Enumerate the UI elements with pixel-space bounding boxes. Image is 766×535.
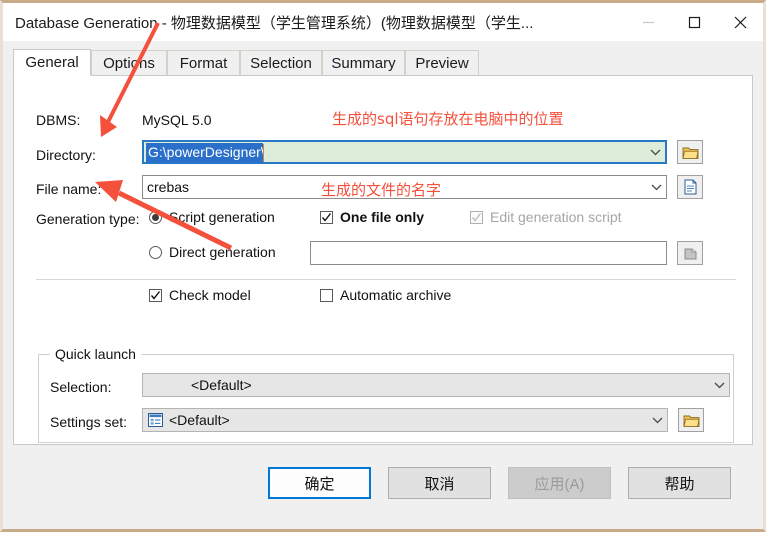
window-controls [625, 3, 763, 41]
tab-page-general: DBMS: MySQL 5.0 Directory: G:\powerDesig… [13, 75, 753, 445]
annotation-filename-note: 生成的文件的名字 [321, 181, 442, 199]
file-name-browse-document-icon[interactable] [677, 175, 703, 199]
annotation-directory-note: 生成的sql语句存放在电脑中的位置 [332, 110, 564, 128]
tab-general[interactable]: General [13, 49, 91, 76]
settings-set-label: Settings set: [50, 414, 128, 430]
maximize-icon[interactable] [671, 3, 717, 41]
tab-summary[interactable]: Summary [322, 50, 405, 76]
file-name-dropdown-chevron-down-icon[interactable] [646, 176, 666, 198]
directory-input-value: G:\powerDesigner\ [146, 143, 265, 163]
directory-input[interactable]: G:\powerDesigner\ [142, 140, 667, 164]
tab-preview-label: Preview [415, 55, 469, 72]
checkbox-one-file-only-label[interactable]: One file only [340, 209, 424, 225]
settings-set-list-icon [148, 413, 163, 432]
directory-dropdown-chevron-down-icon[interactable] [645, 142, 665, 162]
checkbox-one-file-only[interactable] [320, 211, 333, 224]
tab-format[interactable]: Format [167, 50, 240, 76]
tab-options-label: Options [103, 55, 155, 72]
checkbox-automatic-archive[interactable] [320, 289, 333, 302]
dialog-window: Database Generation - 物理数据模型（学生管理系统）(物理数… [0, 0, 766, 532]
tab-selection-label: Selection [250, 55, 312, 72]
radio-direct-generation[interactable] [149, 246, 162, 259]
apply-button: 应用(A) [508, 467, 611, 499]
radio-script-generation[interactable] [149, 211, 162, 224]
selection-combo-value: <Default> [191, 377, 252, 393]
help-button-label: 帮助 [664, 475, 695, 493]
radio-direct-generation-label[interactable]: Direct generation [169, 244, 276, 260]
settings-set-combo-value: <Default> [169, 412, 230, 428]
title-bar: Database Generation - 物理数据模型（学生管理系统）(物理数… [3, 3, 763, 41]
direct-generation-connection-input[interactable] [310, 241, 667, 265]
cancel-button-label: 取消 [424, 475, 455, 493]
settings-set-combo[interactable]: <Default> [142, 408, 668, 432]
checkbox-automatic-archive-label[interactable]: Automatic archive [340, 287, 451, 303]
dbms-label: DBMS: [36, 112, 81, 128]
file-name-label: File name: [36, 181, 102, 197]
tab-preview[interactable]: Preview [405, 50, 479, 76]
settings-set-combo-chevron-down-icon[interactable] [647, 409, 667, 431]
tab-summary-label: Summary [331, 55, 396, 72]
checkbox-edit-generation-script-label: Edit generation script [490, 209, 622, 225]
apply-button-label: 应用(A) [534, 475, 585, 493]
close-icon[interactable] [717, 3, 763, 41]
selection-combo-chevron-down-icon[interactable] [709, 374, 729, 396]
help-button[interactable]: 帮助 [628, 467, 731, 499]
selection-combo[interactable]: <Default> [142, 373, 730, 397]
directory-label: Directory: [36, 147, 96, 163]
directory-browse-folder-icon[interactable] [677, 140, 703, 164]
tab-format-label: Format [179, 55, 228, 72]
file-name-input-value: crebas [147, 179, 190, 195]
minimize-icon [625, 3, 671, 41]
settings-set-browse-folder-icon[interactable] [678, 408, 704, 432]
checkbox-check-model-label[interactable]: Check model [169, 287, 251, 303]
radio-script-generation-label[interactable]: Script generation [169, 209, 275, 225]
tab-selection[interactable]: Selection [240, 50, 322, 76]
tab-strip: General Options Format Selection Summary… [13, 49, 753, 76]
ok-button-label: 确定 [304, 475, 335, 493]
checkbox-check-model[interactable] [149, 289, 162, 302]
quick-launch-group-title: Quick launch [50, 346, 141, 362]
dbms-value: MySQL 5.0 [142, 112, 212, 128]
checkbox-edit-generation-script [470, 211, 483, 224]
cancel-button[interactable]: 取消 [388, 467, 491, 499]
generation-type-label: Generation type: [36, 211, 140, 227]
window-title: Database Generation - 物理数据模型（学生管理系统）(物理数… [15, 15, 534, 32]
tab-options[interactable]: Options [91, 50, 167, 76]
section-divider [36, 279, 736, 280]
selection-label: Selection: [50, 379, 112, 395]
tab-general-label: General [25, 54, 79, 71]
direct-generation-database-icon [677, 241, 703, 265]
ok-button[interactable]: 确定 [268, 467, 371, 499]
